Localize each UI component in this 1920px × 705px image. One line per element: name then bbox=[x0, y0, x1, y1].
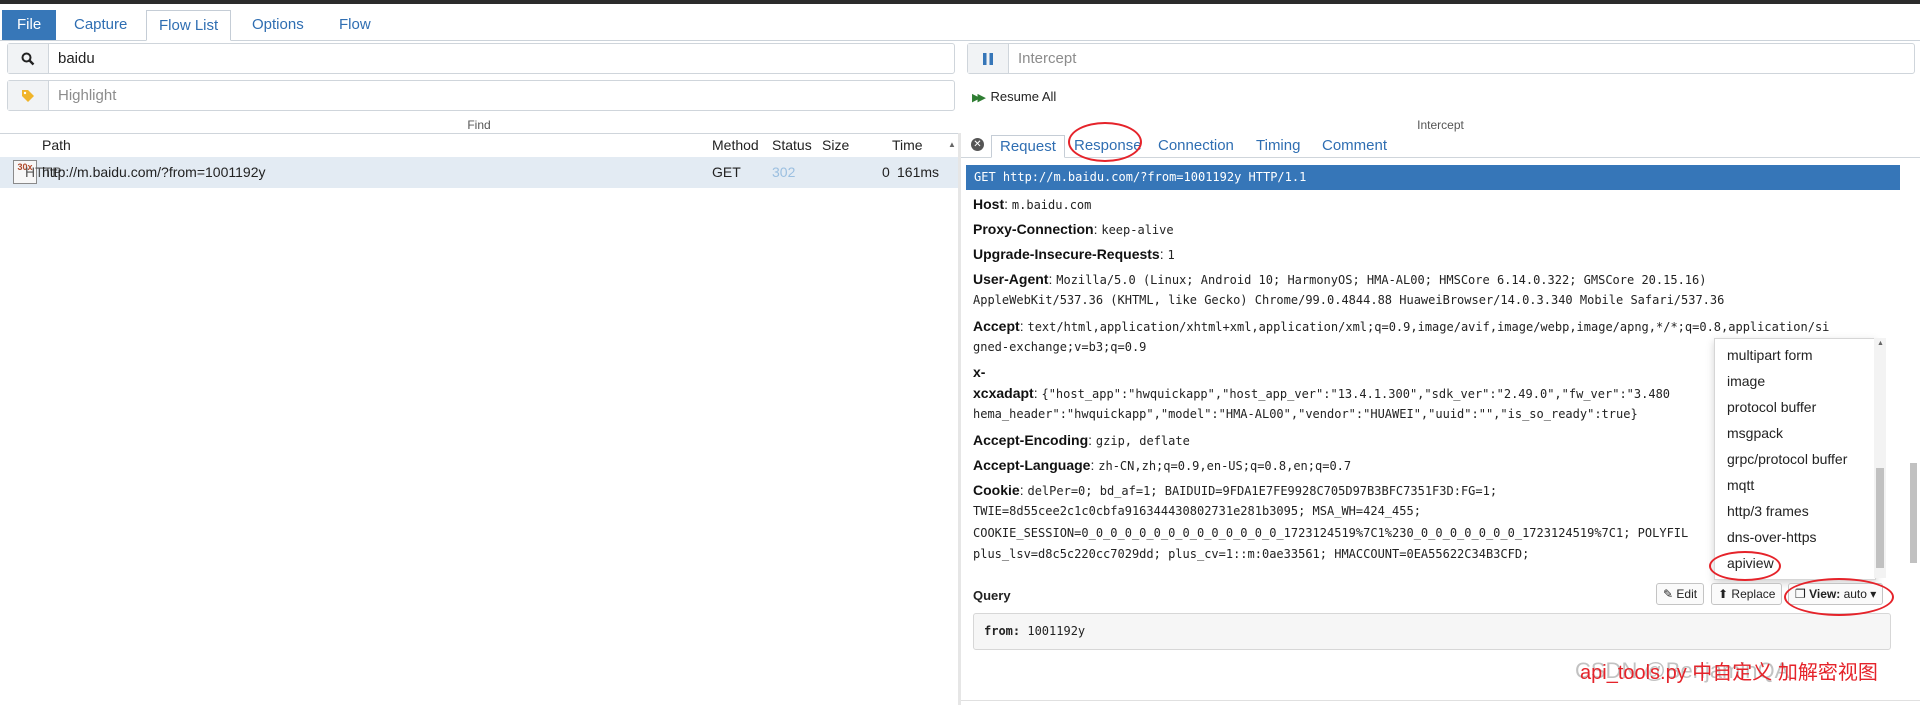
tab-connection[interactable]: Connection bbox=[1150, 135, 1242, 157]
highlight-input-group: Highlight bbox=[7, 80, 955, 111]
column-path[interactable]: Path bbox=[42, 137, 71, 153]
header-proxy-connection: Proxy-Connection: keep-alive bbox=[973, 221, 1174, 237]
annotation-ring-view-button bbox=[1784, 578, 1894, 616]
bottom-divider bbox=[961, 700, 1920, 701]
header-host: Host: m.baidu.com bbox=[973, 196, 1092, 212]
row-status: 302 bbox=[772, 164, 796, 180]
tag-icon bbox=[8, 81, 49, 110]
tab-file[interactable]: File bbox=[2, 10, 57, 40]
header-accept-encoding: Accept-Encoding: gzip, deflate bbox=[973, 432, 1190, 448]
scroll-up-arrow-icon[interactable]: ▲ bbox=[948, 140, 956, 149]
header-user-agent: User-Agent: Mozilla/5.0 (Linux; Android … bbox=[973, 271, 1725, 307]
resume-all-label: Resume All bbox=[990, 89, 1057, 104]
column-size[interactable]: Size bbox=[822, 137, 849, 153]
query-label: Query bbox=[973, 588, 1011, 603]
highlight-input[interactable]: Highlight bbox=[58, 81, 116, 110]
column-status[interactable]: Status bbox=[772, 137, 812, 153]
annotation-ring-apiview bbox=[1709, 551, 1781, 581]
intercept-input[interactable]: Intercept bbox=[1018, 44, 1076, 73]
edit-icon: ✎ bbox=[1663, 587, 1674, 601]
tab-flow-list[interactable]: Flow List bbox=[146, 10, 232, 41]
fast-forward-icon: ▶▶ bbox=[972, 92, 986, 104]
row-size: 0 bbox=[882, 164, 890, 180]
view-option-http3-frames[interactable]: http/3 frames bbox=[1727, 503, 1809, 519]
tab-timing[interactable]: Timing bbox=[1248, 135, 1308, 157]
intercept-input-group: Intercept bbox=[967, 43, 1915, 74]
scroll-up-icon[interactable]: ▲ bbox=[1877, 340, 1884, 347]
dropdown-scrollbar[interactable]: ▲ bbox=[1874, 338, 1886, 578]
scrollbar-thumb[interactable] bbox=[1910, 463, 1917, 563]
close-icon[interactable]: ✕ bbox=[971, 138, 984, 151]
row-time: 161ms bbox=[897, 164, 940, 180]
view-option-mqtt[interactable]: mqtt bbox=[1727, 477, 1754, 493]
column-time[interactable]: Time bbox=[892, 137, 923, 153]
view-option-multipart-form[interactable]: multipart form bbox=[1727, 347, 1813, 363]
row-method: GET bbox=[712, 164, 741, 180]
replace-button[interactable]: ⬆ Replace bbox=[1711, 583, 1783, 605]
row-path: http://m.baidu.com/?from=1001192y bbox=[42, 164, 266, 180]
http-redirect-icon: HTTP 30x bbox=[13, 160, 62, 184]
edit-button[interactable]: ✎ Edit bbox=[1656, 583, 1705, 605]
panel-splitter[interactable] bbox=[958, 133, 961, 705]
table-row[interactable]: HTTP 30x http://m.baidu.com/?from=1001192… bbox=[0, 157, 958, 188]
search-input[interactable]: baidu bbox=[58, 44, 95, 73]
search-icon bbox=[8, 44, 49, 73]
flow-table-header: Path Method Status Size Time ▲ bbox=[0, 133, 958, 158]
view-option-dns-over-https[interactable]: dns-over-https bbox=[1727, 529, 1816, 545]
request-line: GET http://m.baidu.com/?from=1001192y HT… bbox=[966, 165, 1900, 190]
header-upgrade-insecure-requests: Upgrade-Insecure-Requests: 1 bbox=[973, 246, 1175, 262]
annotation-text: api_tools.py 中自定义 加解密视图 bbox=[1580, 662, 1878, 684]
view-option-grpc[interactable]: grpc/protocol buffer bbox=[1727, 451, 1847, 467]
tab-flow[interactable]: Flow bbox=[327, 10, 383, 39]
query-params: from: 1001192y bbox=[973, 613, 1891, 650]
detail-scrollbar[interactable] bbox=[1908, 163, 1918, 583]
header-x-xcxadapt-value: xcxadapt: {"host_app":"hwquickapp","host… bbox=[973, 385, 1671, 421]
view-option-msgpack[interactable]: msgpack bbox=[1727, 425, 1783, 441]
tab-comment[interactable]: Comment bbox=[1314, 135, 1395, 157]
header-x-xcxadapt: x- bbox=[973, 364, 986, 380]
header-accept-language: Accept-Language: zh-CN,zh;q=0.9,en-US;q=… bbox=[973, 457, 1352, 473]
view-dropdown-menu: multipart form image protocol buffer msg… bbox=[1714, 338, 1876, 580]
annotation-ring-response bbox=[1068, 122, 1142, 162]
header-accept: Accept: text/html,application/xhtml+xml,… bbox=[973, 318, 1830, 354]
tab-capture[interactable]: Capture bbox=[62, 10, 139, 39]
resume-all-button[interactable]: ▶▶ Resume All bbox=[972, 89, 1056, 104]
search-input-group: baidu bbox=[7, 43, 955, 74]
menu-bar: File Capture Flow List Options Flow bbox=[0, 4, 1920, 41]
tab-request[interactable]: Request bbox=[991, 135, 1065, 158]
column-method[interactable]: Method bbox=[712, 137, 759, 153]
find-section-label: Find bbox=[467, 118, 491, 132]
tab-options[interactable]: Options bbox=[240, 10, 316, 39]
view-option-image[interactable]: image bbox=[1727, 373, 1765, 389]
view-option-protocol-buffer[interactable]: protocol buffer bbox=[1727, 399, 1816, 415]
upload-icon: ⬆ bbox=[1718, 587, 1729, 601]
dropdown-scrollbar-thumb[interactable] bbox=[1876, 468, 1884, 568]
pause-icon[interactable] bbox=[968, 44, 1009, 73]
header-cookie: Cookie: delPer=0; bd_af=1; BAIDUID=9FDA1… bbox=[973, 482, 1689, 561]
